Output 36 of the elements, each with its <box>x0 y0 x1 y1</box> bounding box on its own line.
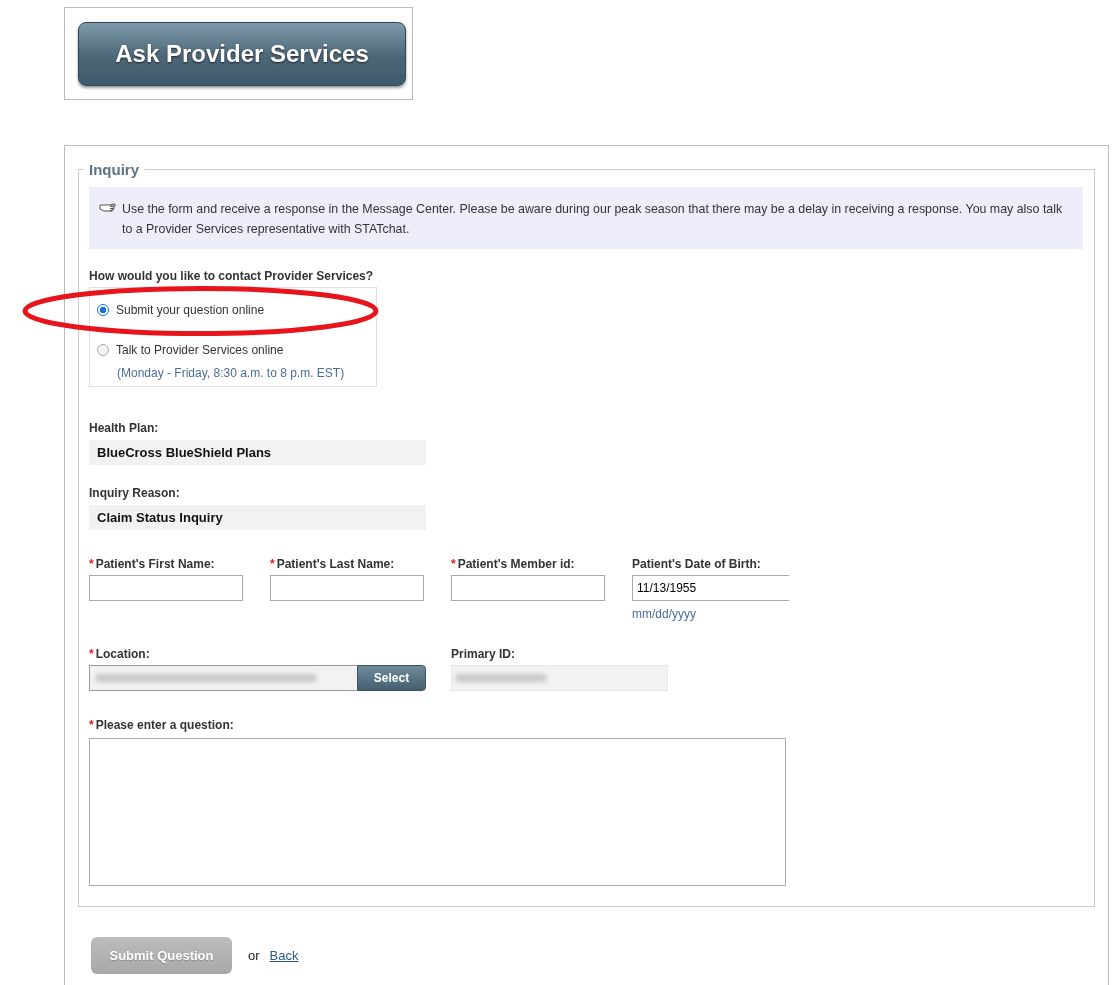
field-label: Primary ID: <box>451 647 516 661</box>
option-label[interactable]: Talk to Provider Services online <box>116 343 284 357</box>
field-label: Health Plan: <box>89 421 160 435</box>
field-label: Patient's Last Name: <box>276 557 395 571</box>
required-mark: * <box>89 557 94 571</box>
inquiry-reason-value: Claim Status Inquiry <box>89 505 426 530</box>
notice-text: Use the form and receive a response in the Message Center. Please be aware during our peak season that there may be a delay in receiving a response. You may also talk to a Provider Services representative with STATchat. <box>122 201 1063 238</box>
section-title: Inquiry <box>89 161 139 178</box>
option-label[interactable]: Submit your question online <box>116 303 265 317</box>
field-label: Location: <box>95 647 150 661</box>
question-field[interactable] <box>89 738 786 886</box>
health-plan-value: BlueCross BlueShield Plans <box>89 440 426 465</box>
field-label: Patient's Date of Birth: <box>632 557 761 571</box>
pointing-hand-icon <box>99 202 116 212</box>
field-label: Please enter a question: <box>95 718 234 732</box>
field-label: Patient's First Name: <box>95 557 215 571</box>
required-mark: * <box>89 718 94 732</box>
date-format-hint: mm/dd/yyyy <box>632 607 697 621</box>
required-mark: * <box>451 557 456 571</box>
input-field[interactable] <box>270 575 424 601</box>
radio-button[interactable] <box>97 344 109 356</box>
hours-note: (Monday - Friday, 8:30 a.m. to 8 p.m. EST) <box>117 366 346 380</box>
required-mark: * <box>89 647 94 661</box>
required-mark: * <box>270 557 275 571</box>
field-label: Patient's Member id: <box>457 557 575 571</box>
input-field[interactable] <box>89 575 243 601</box>
back-link[interactable]: Back <box>269 948 299 963</box>
input-field[interactable] <box>451 575 605 601</box>
radio-button[interactable] <box>97 304 109 316</box>
field-label: Inquiry Reason: <box>89 486 181 500</box>
ask-provider-services-button[interactable]: Ask Provider Services <box>78 21 406 86</box>
select-button[interactable]: Select <box>357 665 426 691</box>
location-field[interactable] <box>89 665 357 691</box>
contact-question: How would you like to contact Provider Services? <box>89 269 375 283</box>
separator-text: or <box>248 948 260 963</box>
input-field[interactable]: 11/13/1955 <box>632 575 789 601</box>
